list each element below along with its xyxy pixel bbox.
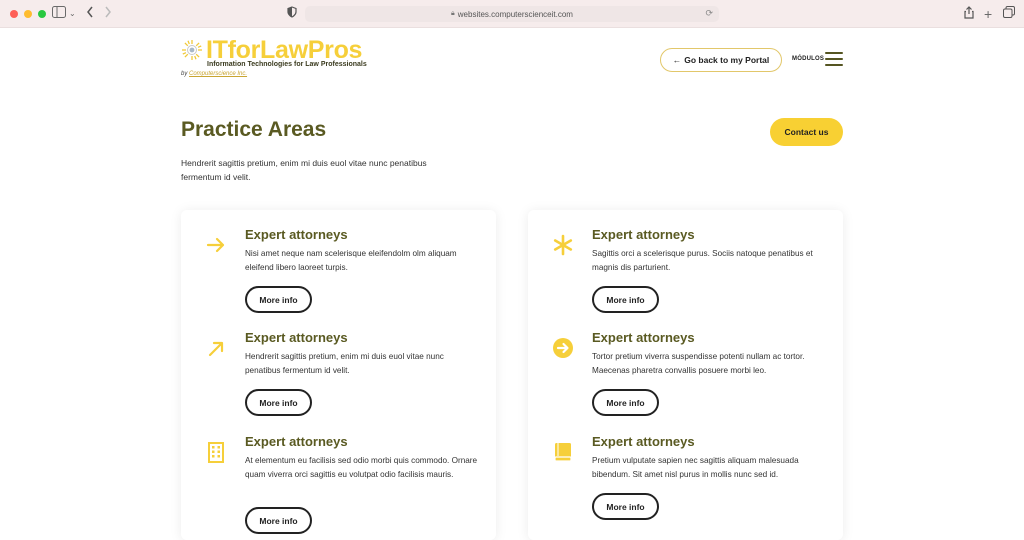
- more-info-button[interactable]: More info: [592, 286, 659, 313]
- page-title: Practice Areas: [181, 118, 327, 141]
- hamburger-menu-icon[interactable]: [825, 52, 843, 66]
- new-tab-icon[interactable]: +: [984, 6, 992, 22]
- address-url: websites.computerscienceit.com: [457, 9, 573, 19]
- service-item: Expert attorneys Hendrerit sagittis pret…: [181, 313, 496, 416]
- address-bar[interactable]: 🔒︎ websites.computerscienceit.com ⟳: [305, 6, 719, 22]
- sun-logo-icon: [182, 40, 202, 60]
- portal-button-label: Go back to my Portal: [684, 55, 770, 65]
- contact-button[interactable]: Contact us: [770, 118, 843, 146]
- portal-button[interactable]: ← Go back to my Portal: [660, 48, 782, 72]
- more-info-button[interactable]: More info: [245, 286, 312, 313]
- service-description: Sagittis orci a scelerisque purus. Socii…: [592, 249, 813, 272]
- services-card-left: Expert attorneys Nisi amet neque nam sce…: [181, 210, 496, 540]
- arrow-up-right-icon: [208, 341, 224, 357]
- site-header: ITforLawPros Information Technologies fo…: [0, 28, 1024, 88]
- brand-tagline: Information Technologies for Law Profess…: [207, 61, 367, 68]
- browser-toolbar: ⌄ 🔒︎ websites.computerscienceit.com ⟳ +: [0, 0, 1024, 28]
- window-controls: [10, 9, 46, 18]
- lock-icon: 🔒︎: [451, 10, 455, 17]
- share-icon[interactable]: [964, 6, 974, 23]
- service-title: Expert attorneys: [592, 434, 695, 449]
- service-title: Expert attorneys: [245, 330, 348, 345]
- more-info-button[interactable]: More info: [245, 507, 312, 534]
- maximize-window-button[interactable]: [38, 9, 46, 18]
- service-item: Expert attorneys At elementum eu facilis…: [181, 417, 496, 540]
- service-description: At elementum eu facilisis sed odio morbi…: [245, 456, 478, 479]
- service-description: Tortor pretium viverra suspendisse poten…: [592, 352, 805, 375]
- service-description: Nisi amet neque nam scelerisque eleifend…: [245, 249, 457, 272]
- back-icon[interactable]: [86, 6, 94, 22]
- service-item: Expert attorneys Pretium vulputate sapie…: [528, 417, 843, 540]
- building-icon: [208, 442, 224, 463]
- translate-reload-icon[interactable]: ⟳: [705, 8, 713, 19]
- forward-icon[interactable]: [104, 6, 112, 22]
- service-item: Expert attorneys Sagittis orci a sceleri…: [528, 210, 843, 313]
- shield-icon[interactable]: [287, 6, 297, 22]
- more-info-button[interactable]: More info: [245, 389, 312, 416]
- intro-text: Hendrerit sagittis pretium, enim mi duis…: [181, 158, 427, 182]
- byline-link[interactable]: Computerscience Inc.: [189, 71, 247, 77]
- asterisk-icon: [553, 234, 573, 256]
- tabs-overview-icon[interactable]: [1003, 6, 1015, 22]
- service-title: Expert attorneys: [592, 227, 695, 242]
- services-card-right: Expert attorneys Sagittis orci a sceleri…: [528, 210, 843, 540]
- book-icon: [554, 443, 572, 462]
- site-logo[interactable]: ITforLawPros Information Technologies fo…: [181, 36, 367, 78]
- sidebar-toggle-icon[interactable]: [52, 6, 66, 22]
- service-title: Expert attorneys: [245, 434, 348, 449]
- brand-name: ITforLawPros: [206, 36, 363, 64]
- service-item: Expert attorneys Nisi amet neque nam sce…: [181, 210, 496, 313]
- arrow-right-icon: [206, 237, 225, 253]
- more-info-button[interactable]: More info: [592, 493, 659, 520]
- menu-label[interactable]: MÓDULOS: [792, 56, 824, 62]
- close-window-button[interactable]: [10, 9, 18, 18]
- service-item: Expert attorneys Tortor pretium viverra …: [528, 313, 843, 416]
- service-title: Expert attorneys: [245, 227, 348, 242]
- chevron-down-icon[interactable]: ⌄: [69, 6, 76, 22]
- more-info-button[interactable]: More info: [592, 389, 659, 416]
- byline-prefix: by: [181, 71, 188, 77]
- arrow-circle-icon: [553, 338, 573, 358]
- arrow-left-icon: ←: [672, 55, 682, 65]
- minimize-window-button[interactable]: [24, 9, 32, 18]
- byline: by Computerscience Inc.: [181, 71, 247, 77]
- service-title: Expert attorneys: [592, 330, 695, 345]
- service-description: Pretium vulputate sapien nec sagittis al…: [592, 456, 799, 479]
- service-description: Hendrerit sagittis pretium, enim mi duis…: [245, 352, 444, 375]
